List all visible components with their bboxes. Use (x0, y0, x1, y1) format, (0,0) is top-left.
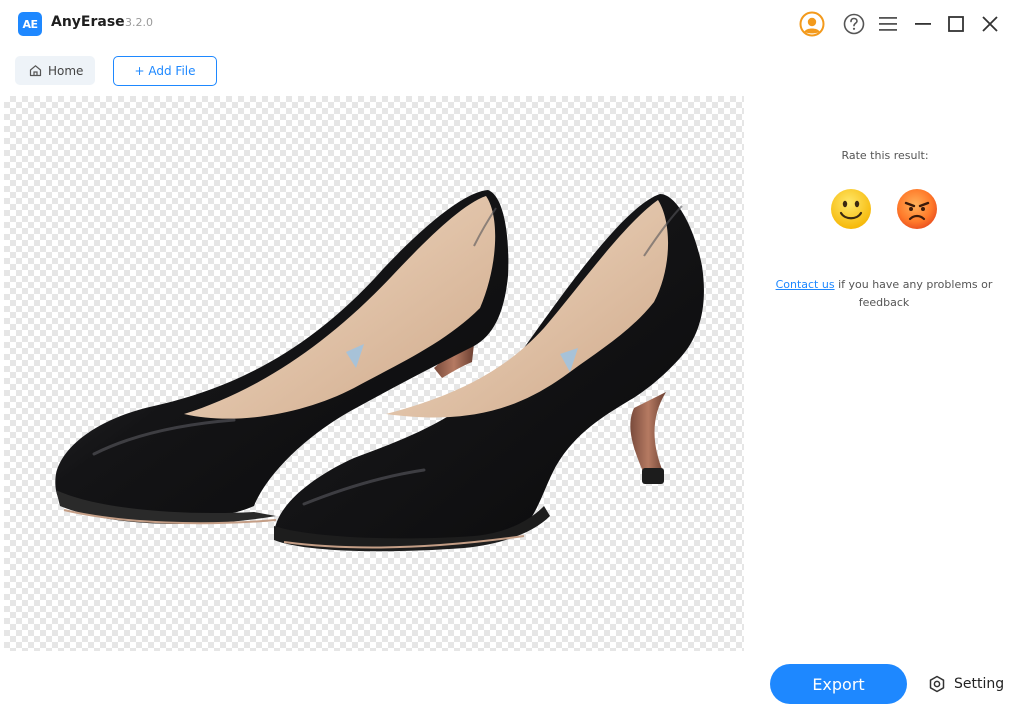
help-button[interactable] (839, 9, 869, 39)
account-button[interactable] (797, 9, 827, 39)
maximize-icon (948, 16, 964, 32)
close-icon (982, 16, 998, 32)
menu-icon (879, 17, 897, 31)
rate-prompt: Rate this result: (841, 149, 929, 162)
account-icon (799, 11, 825, 37)
title-bar: AE AnyErase 3.2.0 (0, 0, 1024, 46)
smile-rating-button[interactable] (830, 188, 872, 230)
menu-button[interactable] (873, 9, 903, 39)
close-button[interactable] (975, 9, 1005, 39)
app-name: AnyErase (51, 14, 125, 30)
setting-button[interactable]: Setting (928, 672, 1004, 696)
maximize-button[interactable] (941, 9, 971, 39)
contact-note: Contact us if you have any problems or f… (766, 276, 1002, 312)
angry-rating-button[interactable] (896, 188, 938, 230)
add-file-button[interactable]: + Add File (113, 56, 217, 86)
help-icon (843, 13, 865, 35)
home-label: Home (48, 63, 84, 78)
app-logo: AE (18, 12, 42, 36)
angry-emoji-icon (897, 189, 937, 229)
smile-emoji-icon (831, 189, 871, 229)
home-icon (29, 65, 42, 77)
contact-us-link[interactable]: Contact us (776, 278, 835, 291)
home-button[interactable]: Home (15, 56, 95, 85)
shoes-image (55, 190, 704, 552)
result-canvas (4, 96, 744, 651)
minimize-button[interactable] (908, 9, 938, 39)
export-button[interactable]: Export (770, 664, 907, 704)
setting-label: Setting (954, 676, 1005, 692)
app-window: AE AnyErase 3.2.0 Home + Add File Rate t… (0, 0, 1024, 716)
app-version: 3.2.0 (125, 16, 153, 29)
contact-note-text: if you have any problems or feedback (834, 278, 993, 309)
gear-icon (929, 675, 945, 693)
minimize-icon (915, 23, 931, 25)
